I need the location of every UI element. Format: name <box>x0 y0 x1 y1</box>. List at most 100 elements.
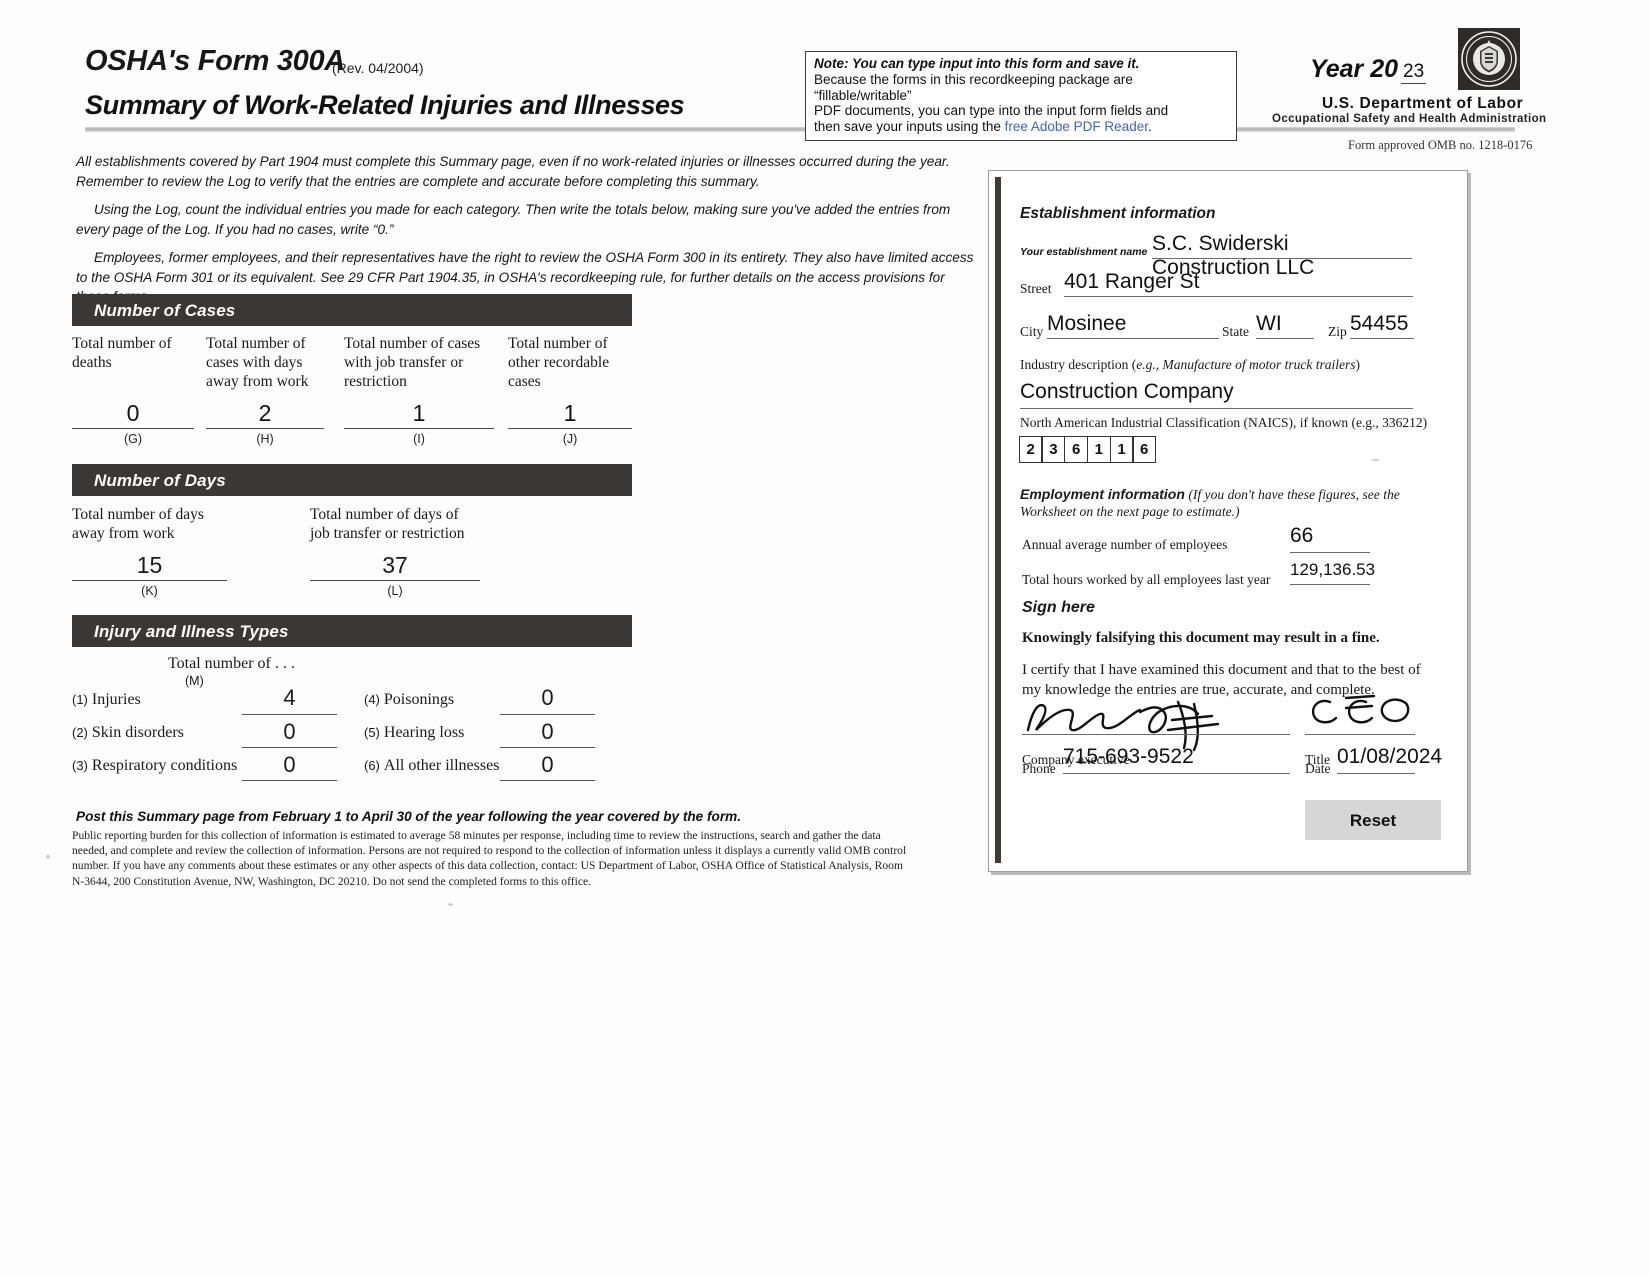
annual-average-employees-value: 66 <box>1290 524 1314 547</box>
establishment-name-field[interactable]: S.C. Swiderski Construction LLC <box>1152 232 1412 279</box>
phone-label: Phone <box>1022 761 1056 776</box>
naics-digit-2[interactable]: 3 <box>1041 436 1066 463</box>
type-label-skin-disorders: Skin disorders <box>91 724 184 741</box>
cases-column-days-away: Total number of cases with days away fro… <box>206 334 324 446</box>
type-rule-skin-disorders <box>242 747 337 748</box>
date-value: 01/08/2024 <box>1337 745 1443 768</box>
type-label-respiratory-conditions: Respiratory conditions <box>91 757 238 774</box>
state-label: State <box>1222 324 1249 339</box>
cases-value-days-away[interactable]: 2 <box>206 398 324 428</box>
cases-value-deaths[interactable]: 0 <box>72 398 194 428</box>
type-value-all-other-illnesses[interactable]: 0 <box>500 752 595 778</box>
cases-label-job-transfer: Total number of cases with job transfer … <box>344 335 481 390</box>
naics-digit-5[interactable]: 1 <box>1109 436 1134 463</box>
company-executive-signature-field[interactable] <box>1022 694 1290 735</box>
city-field[interactable]: Mosinee <box>1047 312 1219 339</box>
days-column-job-transfer: Total number of days of job transfer or … <box>310 505 480 598</box>
type-row-injuries: (1) Injuries <box>72 691 141 721</box>
date-field[interactable]: 01/08/2024 <box>1337 745 1442 774</box>
industry-label-example: e.g., Manufacture of motor truck trailer… <box>1136 357 1356 372</box>
naics-digit-1[interactable]: 2 <box>1018 436 1043 463</box>
naics-digit-3[interactable]: 6 <box>1064 436 1089 463</box>
days-column-away-from-work: Total number of days away from work 15 (… <box>72 505 227 598</box>
cases-value-other-recordable[interactable]: 1 <box>508 398 632 428</box>
instructions-paragraph-2: Using the Log, count the individual entr… <box>76 202 951 237</box>
types-total-label: Total number of . . . <box>168 655 295 672</box>
title-field[interactable] <box>1305 694 1415 735</box>
days-rule-job-transfer <box>310 580 480 581</box>
type-label-all-other-illnesses: All other illnesses <box>383 757 500 774</box>
type-value-skin-disorders[interactable]: 0 <box>242 719 337 745</box>
section-header-number-of-days: Number of Days <box>72 464 632 496</box>
cases-value-job-transfer[interactable]: 1 <box>344 398 494 428</box>
days-value-away-from-work[interactable]: 15 <box>72 550 227 580</box>
naics-label: North American Industrial Classification… <box>1020 415 1428 430</box>
fillable-note-box: Note: You can type input into this form … <box>805 51 1237 141</box>
total-hours-worked-field[interactable]: 129,136.53 <box>1290 560 1375 585</box>
type-row-all-other-illnesses: (6) All other illnesses <box>364 757 499 787</box>
days-rule-away-from-work <box>72 580 227 581</box>
department-of-labor-label: U.S. Department of Labor <box>1322 95 1524 112</box>
type-number-poisonings: (4) <box>364 692 380 707</box>
zip-label: Zip <box>1328 324 1347 339</box>
establishment-heading: Establishment information <box>1020 205 1216 222</box>
state-field[interactable]: WI <box>1256 312 1314 339</box>
state-value: WI <box>1256 312 1282 335</box>
type-value-respiratory-conditions[interactable]: 0 <box>242 752 337 778</box>
post-summary-note: Post this Summary page from February 1 t… <box>76 809 741 824</box>
instructions-block: All establishments covered by Part 1904 … <box>76 152 976 316</box>
city-label: City <box>1020 324 1044 339</box>
type-rule-all-other-illnesses <box>500 780 595 781</box>
falsifying-warning: Knowingly falsifying this document may r… <box>1022 630 1380 646</box>
type-rule-injuries <box>242 714 337 715</box>
omb-approval-note: Form approved OMB no. 1218-0176 <box>1348 138 1533 152</box>
type-value-hearing-loss[interactable]: 0 <box>500 719 595 745</box>
days-label-away-from-work: Total number of days away from work <box>72 506 204 542</box>
industry-label-post: ) <box>1355 357 1360 372</box>
types-total-code: (M) <box>185 674 204 688</box>
days-value-job-transfer[interactable]: 37 <box>310 550 480 580</box>
street-field[interactable]: 401 Ranger St <box>1064 270 1413 297</box>
adobe-reader-link[interactable]: free Adobe PDF Reader <box>1005 119 1148 134</box>
instructions-paragraph-1: All establishments covered by Part 1904 … <box>76 154 950 189</box>
annual-average-employees-field[interactable]: 66 <box>1290 524 1370 553</box>
days-code-away-from-work: (K) <box>141 584 158 598</box>
city-value: Mosinee <box>1047 312 1127 335</box>
header-divider <box>85 127 1515 132</box>
industry-description-field[interactable]: Construction Company <box>1020 380 1413 409</box>
street-value: 401 Ranger St <box>1064 270 1200 293</box>
type-value-injuries[interactable]: 4 <box>242 685 337 711</box>
cases-label-other-recordable: Total number of other recordable cases <box>508 335 610 390</box>
section-header-injury-illness-types: Injury and Illness Types <box>72 615 632 647</box>
sign-here-heading: Sign here <box>1022 599 1095 616</box>
naics-digit-4[interactable]: 1 <box>1086 436 1111 463</box>
cases-label-days-away: Total number of cases with days away fro… <box>206 335 309 390</box>
osha-300a-form-page: OSHA's Form 300A (Rev. 04/2004) Summary … <box>0 0 1650 1275</box>
type-number-injuries: (1) <box>72 692 88 707</box>
year-value[interactable]: 23 <box>1401 61 1427 84</box>
type-rule-hearing-loss <box>500 747 595 748</box>
cases-column-job-transfer: Total number of cases with job transfer … <box>344 334 494 446</box>
reset-button[interactable]: Reset <box>1305 800 1441 840</box>
type-number-all-other-illnesses: (6) <box>364 758 380 773</box>
type-label-injuries: Injuries <box>91 691 141 708</box>
days-code-job-transfer: (L) <box>387 584 403 598</box>
zip-field[interactable]: 54455 <box>1350 312 1414 339</box>
employment-heading-bold: Employment information <box>1020 486 1185 502</box>
phone-value: 715-693-9522 <box>1063 745 1194 768</box>
year-label: Year 20 <box>1310 55 1399 83</box>
cases-rule-deaths <box>72 428 194 429</box>
naics-digit-6[interactable]: 6 <box>1132 436 1157 463</box>
cases-rule-other-recordable <box>508 428 632 429</box>
note-line-4-pre: then save your inputs using the <box>814 119 1005 135</box>
phone-field[interactable]: 715-693-9522 <box>1063 745 1290 774</box>
type-row-respiratory-conditions: (3) Respiratory conditions <box>72 757 237 787</box>
naics-code-boxes[interactable]: 2 3 6 1 1 6 <box>1018 436 1157 463</box>
dol-seal-icon <box>1458 28 1520 90</box>
form-revision: (Rev. 04/2004) <box>332 60 424 76</box>
establishment-name-label: Your establishment name <box>1020 246 1148 258</box>
form-subtitle: Summary of Work-Related Injuries and Ill… <box>85 90 685 120</box>
type-rule-respiratory-conditions <box>242 780 337 781</box>
industry-description-value: Construction Company <box>1020 380 1234 403</box>
type-value-poisonings[interactable]: 0 <box>500 685 595 711</box>
